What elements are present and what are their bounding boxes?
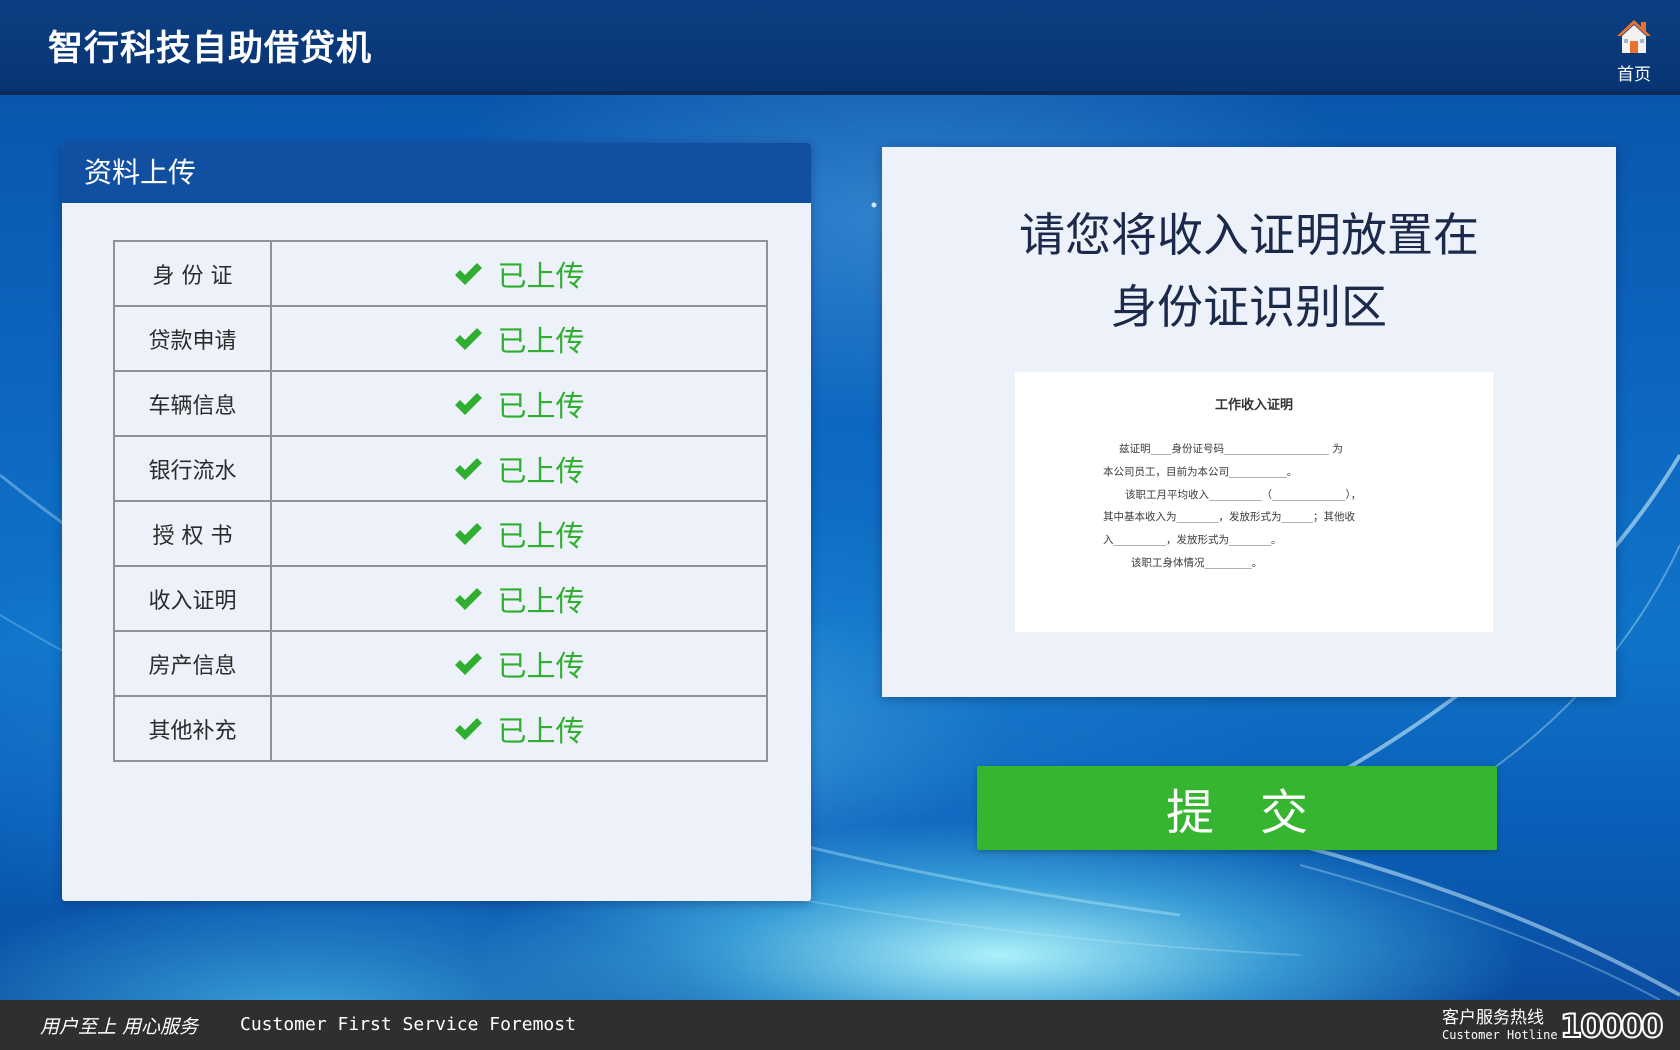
upload-status-text: 已上传: [497, 648, 585, 683]
doc-title: 工作收入证明: [1214, 398, 1293, 413]
upload-status-cell: 已上传: [270, 305, 768, 372]
doc-line: 该职工身体情况_________。: [1131, 557, 1263, 569]
upload-status-cell: 已上传: [270, 240, 768, 307]
upload-status-text: 已上传: [497, 258, 585, 293]
check-icon: [455, 457, 483, 480]
upload-status-text: 已上传: [497, 453, 585, 488]
upload-status-text: 已上传: [497, 388, 585, 423]
check-icon: [455, 327, 483, 350]
app-title: 智行科技自助借贷机: [48, 29, 373, 69]
upload-row: 贷款申请 已上传: [113, 305, 768, 372]
home-label: 首页: [1617, 65, 1651, 85]
panel-title: 资料上传: [62, 143, 811, 203]
upload-status-cell: 已上传: [270, 370, 768, 437]
document-name: 房产信息: [113, 630, 272, 697]
home-button[interactable]: 首页: [1604, 14, 1664, 86]
upload-status: 已上传: [453, 578, 585, 620]
document-name: 其他补充: [113, 695, 272, 762]
upload-status: 已上传: [453, 318, 585, 360]
instruction-line-1: 请您将收入证明放置在: [1019, 208, 1479, 262]
upload-status-text: 已上传: [497, 323, 585, 358]
document-name: 授 权 书: [113, 500, 272, 567]
doc-line: 该职工月平均收入__________（______________），: [1125, 489, 1362, 501]
upload-status-cell: 已上传: [270, 630, 768, 697]
upload-status-text: 已上传: [497, 713, 585, 748]
upload-row: 授 权 书 已上传: [113, 500, 768, 567]
instruction-line-2: 身份证识别区: [1111, 280, 1387, 334]
upload-status-cell: 已上传: [270, 435, 768, 502]
upload-row: 收入证明 已上传: [113, 565, 768, 632]
upload-status: 已上传: [453, 253, 585, 295]
hotline-label-cn: 客户服务热线: [1442, 1008, 1544, 1028]
footer-slogan-en: Customer First Service Foremost: [240, 1014, 576, 1035]
income-certificate-preview: 工作收入证明 兹证明____身份证号码____________________ …: [1015, 372, 1493, 632]
check-icon: [455, 652, 483, 675]
doc-line: 入__________，发放形式为________。: [1103, 534, 1282, 546]
footer-bar: 用户至上 用心服务 Customer First Service Foremos…: [0, 1000, 1680, 1050]
check-icon: [455, 522, 483, 545]
doc-line: 兹证明____身份证号码____________________ 为: [1119, 443, 1343, 455]
upload-row: 银行流水 已上传: [113, 435, 768, 502]
upload-status: 已上传: [453, 643, 585, 685]
upload-row: 房产信息 已上传: [113, 630, 768, 697]
hotline-number-logo: 10000: [1560, 1008, 1665, 1042]
check-icon: [455, 587, 483, 610]
upload-row: 车辆信息 已上传: [113, 370, 768, 437]
upload-row: 身 份 证 已上传: [113, 240, 768, 307]
document-name: 银行流水: [113, 435, 272, 502]
document-name: 身 份 证: [113, 240, 272, 307]
upload-panel: 资料上传 身 份 证已上传 贷款申请 已上传 车辆信息 已上传 银行流水 已上传授 权 书已…: [62, 143, 811, 901]
check-icon: [455, 262, 483, 285]
document-name: 贷款申请: [113, 305, 272, 372]
upload-status-cell: 已上传: [270, 500, 768, 567]
check-icon: [455, 392, 483, 415]
doc-line: 本公司员工，目前为本公司___________。: [1103, 466, 1298, 478]
hotline-number: 10000: [1560, 1008, 1662, 1042]
instruction-text: 请您将收入证明放置在 身份证识别区: [882, 199, 1616, 343]
instruction-panel: 请您将收入证明放置在 身份证识别区 工作收入证明 兹证明____身份证号码___…: [882, 147, 1616, 697]
upload-status-table: 身 份 证已上传 贷款申请 已上传 车辆信息 已上传 银行流水 已上传授 权 书已上传 收入证…: [113, 240, 768, 762]
home-icon: [1617, 20, 1651, 53]
upload-status: 已上传: [453, 708, 585, 750]
document-name: 收入证明: [113, 565, 272, 632]
footer-slogan-cn: 用户至上 用心服务: [40, 1016, 199, 1038]
document-name: 车辆信息: [113, 370, 272, 437]
upload-status-cell: 已上传: [270, 565, 768, 632]
hotline-label-en: Customer Hotline: [1442, 1028, 1558, 1042]
upload-status: 已上传: [453, 383, 585, 425]
submit-button[interactable]: 提交: [977, 766, 1497, 850]
doc-line: 其中基本收入为________，发放形式为______；其他收: [1103, 511, 1355, 523]
upload-status-text: 已上传: [497, 583, 585, 618]
hotline-label: 客户服务热线 Customer Hotline: [1442, 1008, 1558, 1042]
upload-row: 其他补充 已上传: [113, 695, 768, 762]
upload-status-cell: 已上传: [270, 695, 768, 762]
header-bar: 智行科技自助借贷机 首页: [0, 0, 1680, 95]
check-icon: [455, 717, 483, 740]
upload-status-text: 已上传: [497, 518, 585, 553]
upload-status: 已上传: [453, 448, 585, 490]
upload-status: 已上传: [453, 513, 585, 555]
